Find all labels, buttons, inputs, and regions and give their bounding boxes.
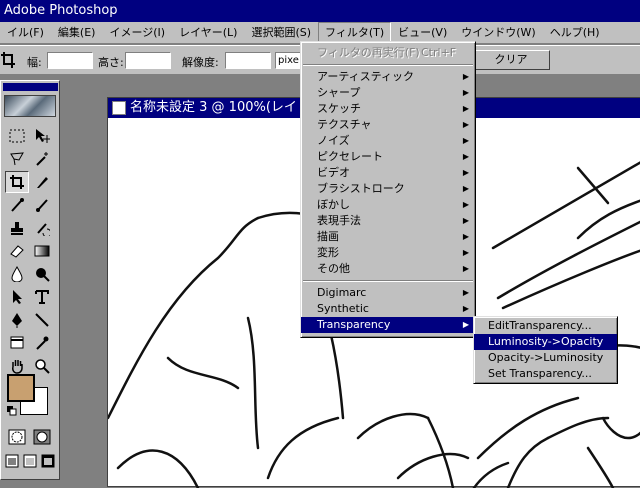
submenu-arrow-icon: ▶ bbox=[462, 264, 469, 273]
height-input[interactable] bbox=[125, 52, 171, 69]
document-icon bbox=[112, 101, 126, 115]
menu-select[interactable]: 選択範囲(S) bbox=[244, 23, 318, 43]
width-label: 幅: bbox=[27, 56, 42, 69]
transparency-submenu: EditTransparency... Luminosity->Opacity … bbox=[473, 316, 618, 384]
notes-tool-icon[interactable] bbox=[5, 332, 29, 354]
slice-tool-icon[interactable] bbox=[30, 171, 54, 193]
filter-repeat-label: フィルタの再実行(F) bbox=[317, 46, 420, 59]
filter-texture[interactable]: テクスチャ ▶ bbox=[301, 117, 475, 133]
menu-window[interactable]: ウインドウ(W) bbox=[454, 23, 542, 43]
submenu-arrow-icon: ▶ bbox=[462, 184, 469, 193]
crop-tool-icon[interactable] bbox=[0, 51, 16, 69]
menu-separator bbox=[303, 280, 473, 282]
submenu-arrow-icon: ▶ bbox=[462, 288, 469, 297]
marquee-tool-icon[interactable] bbox=[5, 125, 29, 147]
crop-tool-icon-selected[interactable] bbox=[5, 171, 29, 193]
filter-sharpen[interactable]: シャープ ▶ bbox=[301, 85, 475, 101]
menu-edit[interactable]: 編集(E) bbox=[51, 23, 103, 43]
submenu-arrow-icon: ▶ bbox=[462, 248, 469, 257]
filter-repeat-item: フィルタの再実行(F) Ctrl+F bbox=[301, 45, 475, 61]
filter-stylize[interactable]: 表現手法 ▶ bbox=[301, 213, 475, 229]
magic-wand-tool-icon[interactable] bbox=[30, 148, 54, 170]
submenu-arrow-icon: ▶ bbox=[462, 200, 469, 209]
standard-mode-icon[interactable] bbox=[5, 426, 29, 448]
airbrush-tool-icon[interactable] bbox=[5, 194, 29, 216]
submenu-arrow-icon: ▶ bbox=[462, 232, 469, 241]
blur-tool-icon[interactable] bbox=[5, 263, 29, 285]
filter-blur[interactable]: ぼかし ▶ bbox=[301, 197, 475, 213]
submenu-arrow-icon: ▶ bbox=[462, 168, 469, 177]
path-selection-tool-icon[interactable] bbox=[5, 286, 29, 308]
full-screen-mode-icon[interactable] bbox=[39, 450, 57, 472]
submenu-arrow-icon: ▶ bbox=[462, 216, 469, 225]
filter-menu: フィルタの再実行(F) Ctrl+F アーティスティック ▶ シャープ ▶ スケッチ… bbox=[300, 41, 476, 338]
line-tool-icon[interactable] bbox=[30, 309, 54, 331]
lasso-tool-icon[interactable] bbox=[5, 148, 29, 170]
filter-artistic[interactable]: アーティスティック ▶ bbox=[301, 69, 475, 85]
menu-layer[interactable]: レイヤー(L) bbox=[172, 23, 244, 43]
filter-distort[interactable]: 変形 ▶ bbox=[301, 245, 475, 261]
set-transparency-item[interactable]: Set Transparency... bbox=[474, 366, 617, 382]
submenu-arrow-icon: ▶ bbox=[462, 320, 469, 329]
default-colors-icon[interactable] bbox=[7, 406, 17, 416]
menu-view[interactable]: ビュー(V) bbox=[391, 23, 454, 43]
standard-screen-mode-icon[interactable] bbox=[3, 450, 21, 472]
filter-other[interactable]: その他 ▶ bbox=[301, 261, 475, 277]
filter-brush-strokes[interactable]: ブラシストローク ▶ bbox=[301, 181, 475, 197]
pen-tool-icon[interactable] bbox=[5, 309, 29, 331]
submenu-arrow-icon: ▶ bbox=[462, 72, 469, 81]
filter-synthetic[interactable]: Synthetic ▶ bbox=[301, 301, 475, 317]
quick-mask-mode-icon[interactable] bbox=[30, 426, 54, 448]
foreground-color-swatch[interactable] bbox=[7, 374, 35, 402]
clone-stamp-tool-icon[interactable] bbox=[5, 217, 29, 239]
full-screen-menubar-mode-icon[interactable] bbox=[21, 450, 39, 472]
submenu-arrow-icon: ▶ bbox=[462, 88, 469, 97]
menu-separator bbox=[303, 64, 473, 66]
toolbox bbox=[0, 80, 60, 480]
filter-pixelate[interactable]: ピクセレート ▶ bbox=[301, 149, 475, 165]
eraser-tool-icon[interactable] bbox=[5, 240, 29, 262]
submenu-arrow-icon: ▶ bbox=[462, 120, 469, 129]
move-tool-icon[interactable] bbox=[30, 125, 54, 147]
filter-video[interactable]: ビデオ ▶ bbox=[301, 165, 475, 181]
paintbrush-tool-icon[interactable] bbox=[30, 194, 54, 216]
resolution-input[interactable] bbox=[225, 52, 271, 69]
resolution-label: 解像度: bbox=[182, 56, 219, 69]
menu-help[interactable]: ヘルプ(H) bbox=[543, 23, 607, 43]
filter-digimarc[interactable]: Digimarc ▶ bbox=[301, 285, 475, 301]
app-title-bar: Adobe Photoshop bbox=[0, 0, 640, 22]
filter-transparency[interactable]: Transparency ▶ bbox=[301, 317, 475, 333]
menu-file[interactable]: イル(F) bbox=[0, 23, 51, 43]
filter-sketch[interactable]: スケッチ ▶ bbox=[301, 101, 475, 117]
luminosity-to-opacity-item[interactable]: Luminosity->Opacity bbox=[474, 334, 617, 350]
filter-noise[interactable]: ノイズ ▶ bbox=[301, 133, 475, 149]
dodge-tool-icon[interactable] bbox=[30, 263, 54, 285]
submenu-arrow-icon: ▶ bbox=[462, 152, 469, 161]
submenu-arrow-icon: ▶ bbox=[462, 304, 469, 313]
photoshop-eye-logo bbox=[4, 95, 56, 117]
submenu-arrow-icon: ▶ bbox=[462, 136, 469, 145]
eyedropper-tool-icon[interactable] bbox=[30, 332, 54, 354]
history-brush-tool-icon[interactable] bbox=[30, 217, 54, 239]
edit-transparency-item[interactable]: EditTransparency... bbox=[474, 318, 617, 334]
document-title: 名称未設定 3 @ 100%(レイ bbox=[130, 100, 297, 115]
toolbox-caption bbox=[3, 83, 58, 91]
type-tool-icon[interactable] bbox=[30, 286, 54, 308]
resolution-unit-select[interactable]: pixe bbox=[275, 52, 303, 69]
gradient-tool-icon[interactable] bbox=[30, 240, 54, 262]
height-label: 高さ: bbox=[98, 56, 124, 69]
menu-image[interactable]: イメージ(I) bbox=[102, 23, 172, 43]
filter-repeat-shortcut: Ctrl+F bbox=[421, 46, 457, 59]
width-input[interactable] bbox=[47, 52, 93, 69]
filter-render[interactable]: 描画 ▶ bbox=[301, 229, 475, 245]
app-title: Adobe Photoshop bbox=[4, 3, 118, 18]
opacity-to-luminosity-item[interactable]: Opacity->Luminosity bbox=[474, 350, 617, 366]
submenu-arrow-icon: ▶ bbox=[462, 104, 469, 113]
clear-button[interactable]: クリア bbox=[472, 50, 550, 70]
